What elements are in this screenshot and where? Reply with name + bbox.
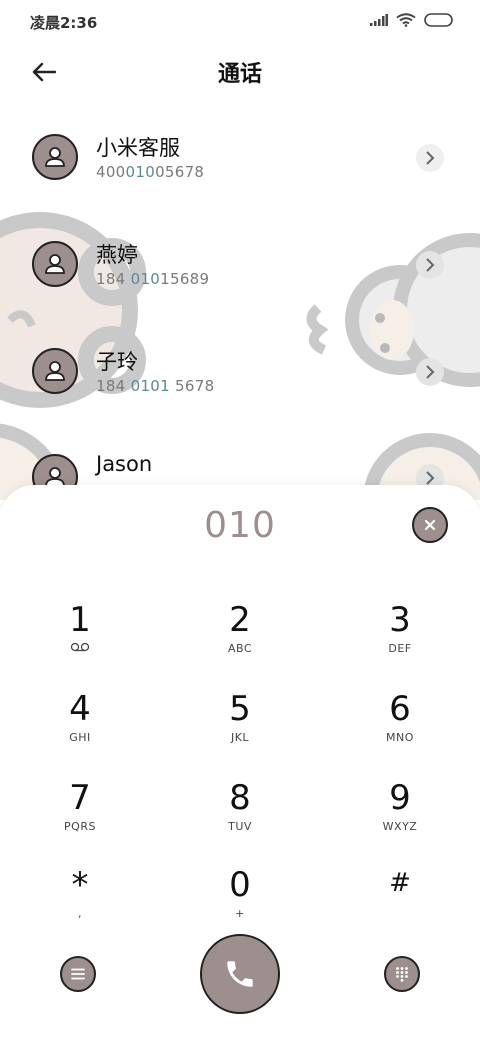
signal-icon (370, 14, 388, 26)
contact-name: Jason (96, 452, 153, 476)
dial-key-2[interactable]: 2 ABC (170, 600, 310, 680)
status-time: 凌晨2:36 (30, 14, 98, 32)
contact-detail-button[interactable] (416, 251, 444, 279)
contact-number: 184 01015689 (96, 270, 210, 288)
menu-button[interactable] (60, 956, 96, 992)
dialed-number: 010 (204, 505, 276, 546)
menu-icon (71, 968, 85, 980)
chevron-right-icon (426, 151, 435, 165)
dial-key-3[interactable]: 3 DEF (330, 600, 470, 680)
contact-name: 燕婷 (96, 243, 138, 267)
contact-detail-button[interactable] (416, 358, 444, 386)
close-icon (424, 519, 436, 531)
clear-button[interactable] (412, 507, 448, 543)
call-button[interactable] (200, 934, 280, 1014)
person-icon (45, 147, 65, 167)
contact-number: 40001005678 (96, 163, 205, 181)
avatar (32, 348, 78, 394)
status-bar: 凌晨2:36 (0, 0, 480, 42)
chevron-right-icon (426, 258, 435, 272)
page-title: 通话 (217, 62, 262, 87)
contact-item[interactable]: 子玲 184 0101 5678 (0, 332, 480, 412)
contact-item[interactable]: 燕婷 184 01015689 (0, 225, 480, 305)
person-icon (45, 361, 65, 381)
dialpad-grid-icon (396, 967, 408, 982)
phone-icon (227, 961, 253, 987)
contact-name: 小米客服 (96, 136, 180, 160)
chevron-right-icon (426, 471, 435, 485)
dial-key-8[interactable]: 8 TUV (170, 778, 310, 858)
dial-key-9[interactable]: 9 WXYZ (330, 778, 470, 858)
contact-name: 子玲 (96, 350, 138, 374)
dial-key-0[interactable]: 0 + (170, 865, 310, 945)
dial-key-hash[interactable]: # (330, 863, 470, 943)
dial-key-5[interactable]: 5 JKL (170, 689, 310, 769)
dial-key-6[interactable]: 6 MNO (330, 689, 470, 769)
dialpad-sheet: 010 1 2 ABC 3 DEF 4 GHI 5 JKL 6 MNO 7 PQ… (0, 485, 480, 1040)
chevron-right-icon (426, 365, 435, 379)
wifi-icon (396, 13, 416, 27)
avatar (32, 241, 78, 287)
dial-key-7[interactable]: 7 PQRS (10, 778, 150, 858)
dialpad-toggle-button[interactable] (384, 956, 420, 992)
status-icons (370, 13, 454, 27)
contact-item[interactable]: 小米客服 40001005678 (0, 118, 480, 198)
dial-key-1[interactable]: 1 (10, 600, 150, 680)
header: 通话 (0, 44, 480, 100)
contact-number: 184 0101 5678 (96, 377, 215, 395)
contact-detail-button[interactable] (416, 144, 444, 172)
dial-key-star[interactable]: * , (10, 865, 150, 945)
voicemail-icon (10, 642, 150, 656)
avatar (32, 134, 78, 180)
dial-key-4[interactable]: 4 GHI (10, 689, 150, 769)
person-icon (45, 254, 65, 274)
battery-icon (424, 13, 453, 27)
